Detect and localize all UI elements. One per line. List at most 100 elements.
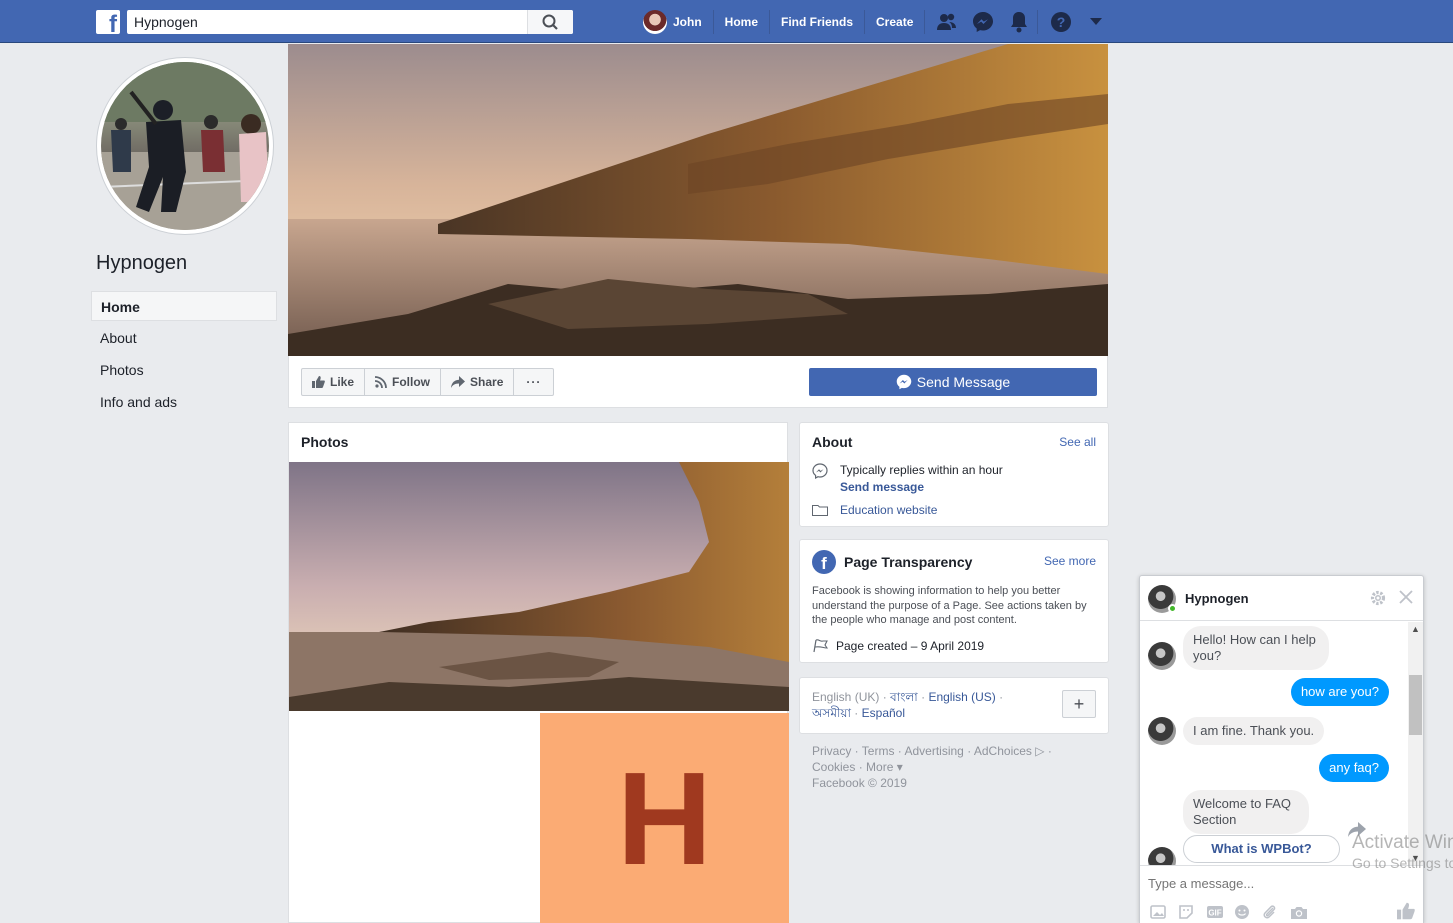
quick-reply-button[interactable]: What is WPBot? <box>1183 835 1340 863</box>
follow-button[interactable]: Follow <box>365 369 442 395</box>
about-card: About See all Typically replies within a… <box>799 422 1109 527</box>
footer-terms-link[interactable]: Terms <box>862 744 895 758</box>
transparency-description: Facebook is showing information to help … <box>812 585 1087 626</box>
photo-thumbnail[interactable] <box>289 462 789 711</box>
footer-advertising-link[interactable]: Advertising <box>904 744 963 758</box>
photos-card: Photos H <box>288 422 789 923</box>
share-button[interactable]: Share <box>441 369 515 395</box>
sticker-icon[interactable] <box>1178 903 1206 921</box>
more-label: More <box>866 760 894 774</box>
notifications-icon[interactable] <box>1001 10 1037 34</box>
chat-messages: Hello! How can I help you? how are you? … <box>1140 622 1408 865</box>
photo-icon[interactable] <box>1150 903 1178 921</box>
category-link[interactable]: Education website <box>840 503 937 517</box>
language-spanish[interactable]: Español <box>862 706 905 720</box>
page-created-row: Page created – 9 April 2019 <box>812 639 984 653</box>
share-icon <box>451 376 466 388</box>
transparency-see-more-link[interactable]: See more <box>1044 554 1096 568</box>
chat-scrollbar[interactable]: ▲ ▼ <box>1408 622 1423 865</box>
search-box <box>127 10 573 34</box>
help-icon[interactable]: ? <box>1037 10 1083 34</box>
online-status-dot <box>1168 604 1177 613</box>
message-input[interactable] <box>1140 870 1410 896</box>
left-nav-about[interactable]: About <box>91 323 277 353</box>
bot-avatar <box>1148 642 1176 670</box>
like-label: Like <box>330 375 355 389</box>
response-time-text: Typically replies within an hour <box>840 463 1003 477</box>
footer-adchoices-link[interactable]: AdChoices ▷ <box>974 744 1045 758</box>
page-created-text: Page created – 9 April 2019 <box>836 639 985 653</box>
activate-windows-watermark: Activate Windows Go to Settings to activ… <box>1352 832 1453 872</box>
search-input[interactable] <box>127 10 527 34</box>
nav-find-friends[interactable]: Find Friends <box>770 10 866 34</box>
profile-link[interactable]: John <box>632 10 714 34</box>
folder-icon <box>812 505 828 516</box>
nav-home[interactable]: Home <box>714 10 771 34</box>
photos-title[interactable]: Photos <box>289 423 787 462</box>
scroll-up-icon[interactable]: ▲ <box>1411 624 1420 634</box>
send-message-link[interactable]: Send message <box>840 480 1003 494</box>
page-logo-thumbnail[interactable]: H <box>540 713 789 923</box>
page-name: Hypnogen <box>96 252 188 274</box>
facebook-logo-icon[interactable]: f <box>96 10 120 37</box>
left-nav-home[interactable]: Home <box>91 291 277 321</box>
message-incoming: I am fine. Thank you. <box>1183 717 1325 745</box>
left-nav-info-and-ads[interactable]: Info and ads <box>91 387 277 417</box>
copyright: Facebook © 2019 <box>812 776 907 790</box>
rss-icon <box>375 376 387 388</box>
friends-icon[interactable] <box>929 10 965 34</box>
thumbs-up-icon[interactable] <box>1397 902 1415 920</box>
languages-card: English (UK) · বাংলা · English (US) · অস… <box>799 677 1109 734</box>
more-button[interactable]: ··· <box>514 369 553 395</box>
messenger-icon <box>896 374 912 390</box>
thumbs-up-icon <box>312 376 325 388</box>
attachment-icon[interactable] <box>1262 903 1290 921</box>
search-icon <box>542 14 558 30</box>
language-bengali[interactable]: বাংলা <box>890 690 918 704</box>
page-left-nav: Home About Photos Info and ads <box>91 291 277 419</box>
emoji-icon[interactable] <box>1234 903 1262 921</box>
footer: Privacy · Terms · Advertising · AdChoice… <box>812 744 1052 790</box>
scroll-thumb[interactable] <box>1409 675 1422 735</box>
page-actions: Like Follow Share ··· <box>301 368 555 396</box>
camera-icon[interactable] <box>1290 903 1318 921</box>
close-icon[interactable] <box>1398 589 1414 605</box>
follow-label: Follow <box>392 375 431 389</box>
language-list: English (UK) · বাংলা · English (US) · অস… <box>812 690 1004 720</box>
page-action-bar: Like Follow Share ··· Send Message <box>288 356 1108 408</box>
footer-cookies-link[interactable]: Cookies <box>812 760 855 774</box>
footer-more-link[interactable]: More ▾ <box>866 760 903 774</box>
gear-icon[interactable] <box>1369 589 1387 607</box>
chat-toolbar: GIF <box>1140 901 1423 923</box>
nav-create[interactable]: Create <box>865 10 926 34</box>
send-message-button[interactable]: Send Message <box>809 368 1097 396</box>
bot-avatar <box>1148 717 1176 745</box>
language-english-us[interactable]: English (US) <box>928 690 995 704</box>
cover-photo[interactable] <box>288 44 1108 356</box>
chat-header[interactable]: Hypnogen <box>1140 576 1423 621</box>
user-avatar <box>643 10 667 34</box>
dropdown-icon[interactable] <box>1083 10 1109 34</box>
top-bar: f John Home Find Friends Create ? <box>0 0 1453 43</box>
search-button[interactable] <box>527 10 573 34</box>
message-outgoing: any faq? <box>1319 754 1389 782</box>
profile-picture[interactable] <box>96 57 274 235</box>
like-button[interactable]: Like <box>302 369 366 395</box>
about-see-all-link[interactable]: See all <box>1059 435 1096 449</box>
logo-letter: H <box>616 744 713 892</box>
flag-icon <box>813 639 829 653</box>
message-outgoing: how are you? <box>1290 678 1389 706</box>
messenger-outline-icon <box>812 463 828 479</box>
svg-text:GIF: GIF <box>1208 909 1221 918</box>
language-assamese[interactable]: অসমীয়া <box>812 706 851 720</box>
footer-privacy-link[interactable]: Privacy <box>812 744 851 758</box>
messenger-icon[interactable] <box>965 10 1001 34</box>
watermark-line1: Activate Windows <box>1352 832 1453 853</box>
gif-icon[interactable]: GIF <box>1206 903 1234 921</box>
left-nav-photos[interactable]: Photos <box>91 355 277 385</box>
watermark-line2: Go to Settings to activate Windows. <box>1352 855 1453 871</box>
current-language: English (UK) <box>812 690 880 704</box>
adchoices-icon: ▷ <box>1035 744 1045 758</box>
add-language-button[interactable]: + <box>1062 690 1096 718</box>
top-nav: John Home Find Friends Create ? <box>632 10 1109 34</box>
